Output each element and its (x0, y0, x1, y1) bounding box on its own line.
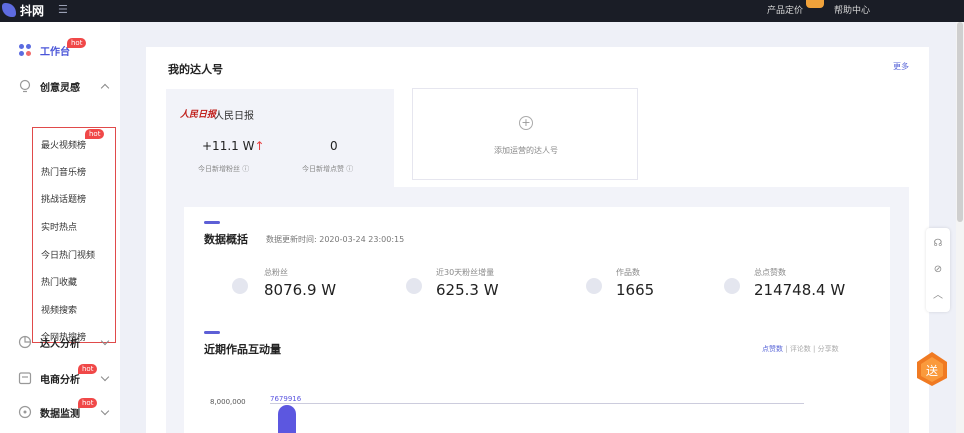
logo-text: 抖网 (20, 3, 45, 18)
submenu-item-hot-videos[interactable]: 最火视频榜 (41, 138, 86, 151)
stat-value: 8076.9 W (264, 281, 337, 299)
sidebar-item-label: 电商分析 (40, 374, 80, 386)
stat-value: 625.3 W (436, 281, 499, 299)
chevron-down-icon (100, 372, 110, 381)
help-center-link[interactable]: 帮助中心 (834, 3, 870, 16)
add-account-label: 添加运营的达人号 (494, 146, 558, 155)
stat-label: 总点赞数 (754, 268, 786, 277)
account-name: 人民日报 (214, 111, 254, 122)
add-account-card[interactable]: + 添加运营的达人号 (412, 88, 638, 180)
stat-label: 作品数 (616, 268, 640, 277)
hot-badge: hot (78, 398, 98, 408)
sidebar-item-influencer[interactable]: 达人分析 (0, 330, 120, 354)
compass-icon[interactable]: ⊘ (932, 264, 944, 276)
pricing-link[interactable]: 产品定价 (767, 3, 803, 16)
stat-label: 近30天粉丝增量 (436, 268, 495, 277)
sidebar-item-label: 达人分析 (40, 338, 80, 350)
top-bar: 抖网 ☰ 产品定价 帮助中心 (0, 0, 964, 22)
likes-today-value: 0 (330, 139, 338, 153)
submenu-item-hot-music[interactable]: 热门音乐榜 (41, 165, 86, 178)
chart-bar[interactable] (278, 405, 296, 433)
update-time: 数据更新时间: 2020-03-24 23:00:15 (266, 235, 405, 244)
overview-card: 数据概括 数据更新时间: 2020-03-24 23:00:15 总粉丝 807… (184, 207, 890, 433)
shop-icon (18, 371, 32, 385)
lightbulb-icon (18, 79, 32, 93)
sidebar-item-monitoring[interactable]: 数据监测 hot (0, 398, 120, 424)
logo[interactable]: 抖网 (2, 1, 44, 19)
sidebar-item-label: 创意灵感 (40, 82, 80, 94)
fans-growth-icon (406, 278, 422, 294)
tab-likes[interactable]: 点赞数 (762, 345, 783, 353)
fans-today-label: 今日新增粉丝 ⓘ (198, 165, 250, 173)
chevron-down-icon (100, 406, 110, 415)
inspiration-submenu: hot 最火视频榜 热门音乐榜 挑战话题榜 实时热点 今日热门视频 热门收藏 视… (32, 127, 116, 343)
sidebar-item-inspiration[interactable]: 创意灵感 (0, 74, 120, 98)
sidebar-item-label: 工作台 (40, 46, 70, 58)
account-logo: 人民日报 (180, 110, 217, 120)
scrollbar-thumb[interactable] (957, 22, 963, 222)
pricing-badge (806, 0, 824, 8)
submenu-item-realtime[interactable]: 实时热点 (41, 220, 77, 233)
monitor-icon (18, 405, 32, 419)
fans-today-value: +11.1 W↑ (202, 139, 265, 153)
likes-today-label: 今日新增点赞 ⓘ (302, 165, 354, 173)
chart-data-label: 7679916 (270, 395, 302, 403)
stat-value: 1665 (616, 281, 655, 299)
grid-dots-icon (18, 43, 32, 57)
y-tick-label: 8,000,000 (210, 398, 246, 406)
svg-text:送: 送 (926, 363, 938, 378)
floating-toolbar: ☊ ⊘ ︿ (926, 228, 950, 312)
interaction-chart: 8,000,000 7679916 (184, 393, 890, 433)
sidebar-item-label: 数据监测 (40, 408, 80, 420)
menu-collapse-icon[interactable]: ☰ (58, 3, 68, 16)
main-card: 我的达人号 更多 人民日报 人民日报 +11.1 W↑ 今日新增粉丝 ⓘ 0 今… (146, 47, 929, 433)
sidebar-item-workbench[interactable]: 工作台 hot (0, 38, 120, 62)
fans-icon (232, 278, 248, 294)
pie-icon (18, 335, 32, 349)
grid-line (270, 403, 804, 404)
back-to-top-icon[interactable]: ︿ (932, 290, 944, 302)
account-card[interactable]: 人民日报 人民日报 +11.1 W↑ 今日新增粉丝 ⓘ 0 今日新增点赞 ⓘ (166, 89, 394, 187)
scrollbar[interactable] (956, 22, 964, 433)
submenu-item-video-search[interactable]: 视频搜索 (41, 303, 77, 316)
submenu-item-challenges[interactable]: 挑战话题榜 (41, 192, 86, 205)
gift-badge-icon[interactable]: 送 (914, 350, 950, 386)
headset-icon[interactable]: ☊ (932, 238, 944, 250)
chevron-down-icon (100, 336, 110, 345)
sidebar-item-ecommerce[interactable]: 电商分析 hot (0, 364, 120, 390)
hot-badge: hot (67, 38, 87, 48)
more-link[interactable]: 更多 (893, 61, 909, 72)
plus-icon: + (519, 116, 533, 130)
interaction-title: 近期作品互动量 (204, 343, 281, 356)
tab-shares[interactable]: 分享数 (818, 345, 839, 353)
hot-badge: hot (85, 129, 105, 139)
tab-comments[interactable]: 评论数 (790, 345, 811, 353)
submenu-item-today-videos[interactable]: 今日热门视频 (41, 248, 95, 261)
overview-title: 数据概括 (204, 233, 248, 246)
section-accent (204, 221, 220, 224)
stat-label: 总粉丝 (264, 268, 288, 277)
sidebar: 工作台 hot 创意灵感 hot 最火视频榜 热门音乐榜 挑战话题榜 实时热点 … (0, 22, 120, 433)
works-icon (586, 278, 602, 294)
page-title: 我的达人号 (168, 63, 223, 76)
arrow-up-icon: ↑ (254, 139, 265, 153)
logo-mark-icon (2, 3, 16, 17)
chevron-up-icon (100, 83, 110, 92)
submenu-item-favorites[interactable]: 热门收藏 (41, 275, 77, 288)
data-panel: 数据概括 数据更新时间: 2020-03-24 23:00:15 总粉丝 807… (166, 187, 909, 433)
metric-tabs: 点赞数 | 评论数 | 分享数 (762, 345, 839, 353)
stat-value: 214748.4 W (754, 281, 846, 299)
likes-icon (724, 278, 740, 294)
hot-badge: hot (78, 364, 98, 374)
section-accent (204, 331, 220, 334)
